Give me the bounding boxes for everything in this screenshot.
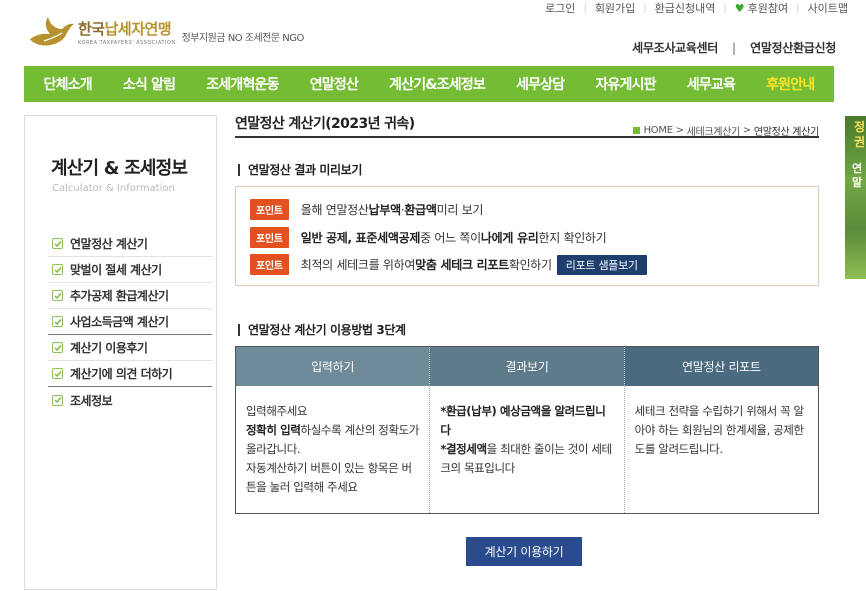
section-title-steps: 연말정산 계산기 이용방법 3단계: [238, 321, 406, 338]
sidebar-item-feedback[interactable]: 계산기에 의견 더하기: [48, 361, 212, 387]
step-header-result: 결과보기: [429, 347, 624, 386]
nav-about[interactable]: 단체소개: [44, 74, 93, 94]
main-nav: 단체소개 소식 알림 조세개혁운동 연말정산 계산기&조세정보 세무상담 자유게…: [24, 66, 834, 102]
point-badge: 포인트: [250, 199, 289, 220]
signup-link[interactable]: 회원가입: [587, 0, 643, 16]
nav-board[interactable]: 자유게시판: [595, 74, 656, 94]
logo-main-a: 한국: [78, 20, 105, 38]
steps-body: 입력해주세요 정확히 입력하실수록 계산의 정확도가 올라갑니다. 자동계산하기…: [236, 386, 818, 513]
side-banner-line1: 정: [854, 120, 866, 134]
point-badge: 포인트: [250, 227, 289, 248]
step-desc-report: 세테크 전략을 수립하기 위해서 꼭 알아야 하는 회원님의 한계세율, 공제한…: [623, 386, 818, 513]
side-banner-line4: 말: [852, 176, 863, 189]
sidebar-item-tax-info[interactable]: 조세정보: [48, 387, 212, 413]
points-box: 포인트 올해 연말정산 납부액 · 환급액 미리 보기 포인트 일반 공제, 표…: [235, 186, 819, 286]
nav-year-end[interactable]: 연말정산: [310, 74, 359, 94]
title-divider: [235, 136, 819, 138]
step-desc-result: *환급(납부) 예상금액을 알려드립니다 *결정세액을 최대한 줄이는 것이 세…: [429, 386, 623, 513]
check-icon: [52, 238, 63, 249]
sitemap-link[interactable]: 사이트맵: [800, 0, 856, 16]
point-row: 포인트 올해 연말정산 납부액 · 환급액 미리 보기: [250, 199, 483, 220]
nav-donation[interactable]: 후원안내: [766, 74, 815, 94]
step-header-report: 연말정산 리포트: [623, 347, 818, 386]
step-desc-input: 입력해주세요 정확히 입력하실수록 계산의 정확도가 올라갑니다. 자동계산하기…: [246, 404, 420, 494]
heart-icon: ♥: [734, 2, 745, 15]
point-row: 포인트 일반 공제, 표준세액공제 중 어느 쪽이 나에게 유리 한지 확인하기: [250, 227, 607, 248]
nav-tax-reform[interactable]: 조세개혁운동: [206, 74, 279, 94]
point-row: 포인트 최적의 세테크를 위하여 맞춤 세테크 리포트 확인하기 리포트 샘플보…: [250, 254, 647, 275]
login-link[interactable]: 로그인: [537, 0, 583, 16]
nav-education[interactable]: 세무교육: [687, 74, 736, 94]
report-sample-button[interactable]: 리포트 샘플보기: [556, 254, 647, 275]
check-icon: [52, 342, 63, 353]
logo-main-b: 납세자연맹: [104, 20, 172, 38]
logo-tagline: 정부지원금 NO 조세전문 NGO: [181, 32, 305, 44]
top-links: 세무조사교육센터 | 연말정산환급신청: [632, 39, 836, 56]
steps-table: 입력하기 결과보기 연말정산 리포트 입력해주세요 정확히 입력하실수록 계산의…: [235, 346, 819, 514]
sidebar: 계산기 & 조세정보 Calculator & Information 연말정산…: [24, 115, 217, 590]
check-icon: [52, 290, 63, 301]
point-badge: 포인트: [250, 254, 289, 275]
check-icon: [52, 368, 63, 379]
page-title: 연말정산 계산기(2023년 귀속): [235, 116, 415, 132]
sidebar-item-business-income-calc[interactable]: 사업소득금액 계산기: [48, 309, 212, 335]
nav-consult[interactable]: 세무상담: [516, 74, 565, 94]
nav-news[interactable]: 소식 알림: [123, 74, 176, 94]
step-header-input: 입력하기: [236, 347, 430, 386]
sidebar-item-dual-income-calc[interactable]: 맞벌이 절세 계산기: [48, 257, 212, 283]
side-banner-line2: 권: [854, 135, 866, 149]
sidebar-item-reviews[interactable]: 계산기 이용후기: [48, 335, 212, 361]
site-logo[interactable]: 한국납세자연맹 KOREA TAXPAYERS' ASSOCIATION 정부지…: [26, 13, 304, 51]
section-title-preview: 연말정산 결과 미리보기: [238, 161, 362, 178]
check-icon: [52, 394, 63, 406]
bird-logo-icon: [30, 17, 74, 46]
use-calculator-button[interactable]: 계산기 이용하기: [466, 537, 582, 566]
sidebar-title: 계산기 & 조세정보: [51, 158, 188, 179]
home-icon: [632, 127, 640, 134]
check-icon: [52, 264, 63, 275]
check-icon: [52, 316, 63, 327]
sidebar-subtitle: Calculator & Information: [52, 183, 175, 194]
donate-link[interactable]: ♥ 후원참여: [727, 0, 796, 16]
sidebar-item-year-end-calc[interactable]: 연말정산 계산기: [48, 231, 212, 257]
refund-history-link[interactable]: 환급신청내역: [647, 0, 724, 16]
side-banner-line3: 연: [852, 162, 863, 175]
sidebar-menu: 연말정산 계산기 맞벌이 절세 계산기 추가공제 환급계산기 사업소득금액 계산…: [48, 231, 212, 413]
steps-header: 입력하기 결과보기 연말정산 리포트: [236, 347, 818, 386]
logo-subtitle: KOREA TAXPAYERS' ASSOCIATION: [78, 40, 176, 46]
utility-links: 로그인 | 회원가입 | 환급신청내역 | ♥ 후원참여 | 사이트맵: [537, 0, 856, 16]
side-banner[interactable]: 정권 연말: [845, 116, 866, 279]
breadcrumb-home[interactable]: HOME: [644, 125, 673, 136]
nav-calculator[interactable]: 계산기&조세정보: [389, 74, 486, 94]
sidebar-item-extra-deduction-calc[interactable]: 추가공제 환급계산기: [48, 283, 212, 309]
refund-apply-link[interactable]: 연말정산환급신청: [750, 39, 836, 56]
tax-audit-center-link[interactable]: 세무조사교육센터: [632, 39, 718, 56]
